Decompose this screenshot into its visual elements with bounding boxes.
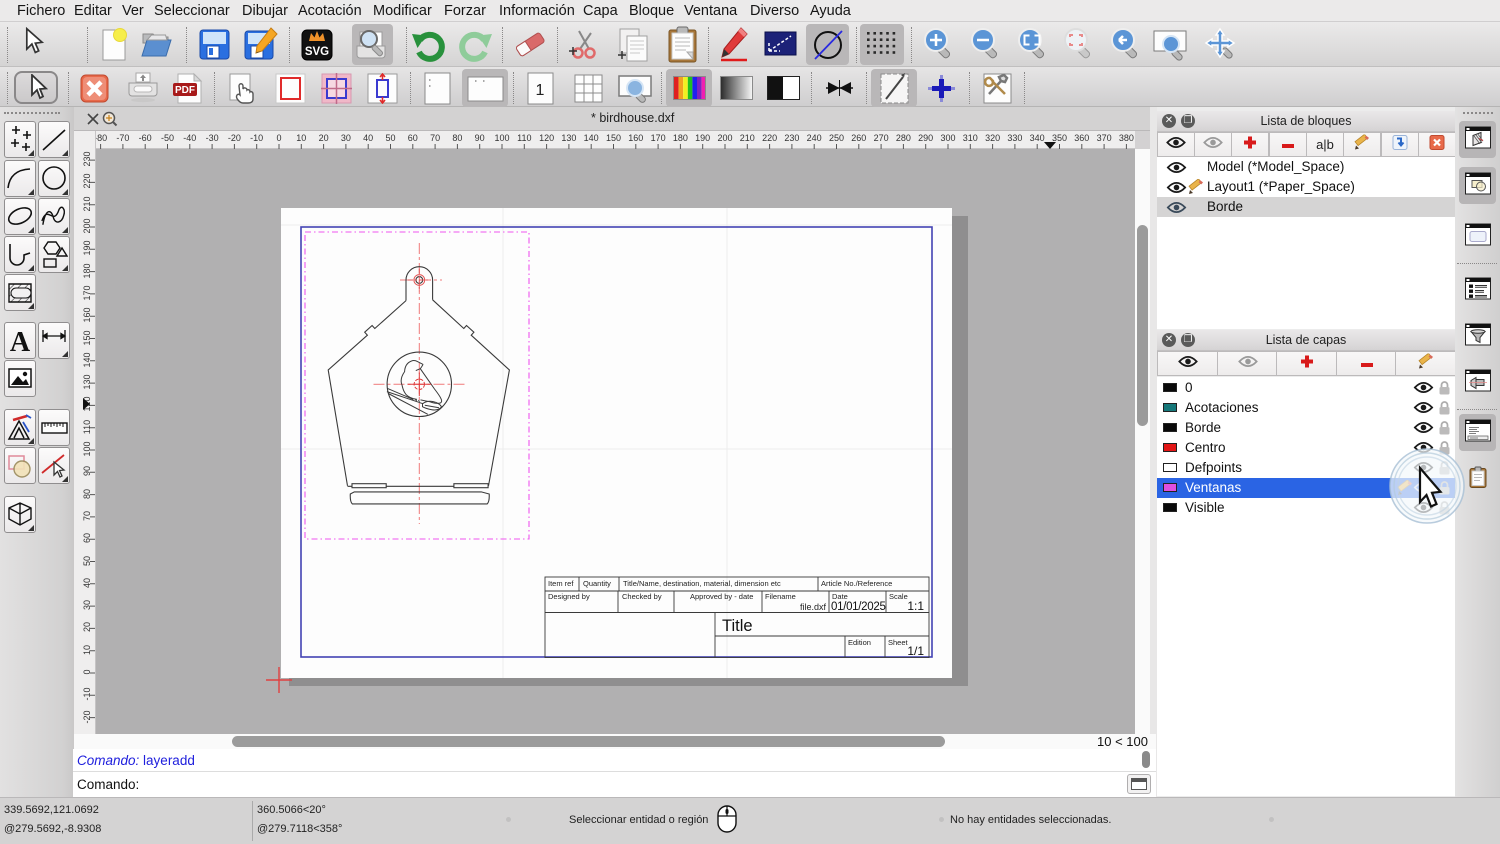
svg-text:Title: Title bbox=[722, 617, 753, 635]
svg-text:Article No./Reference: Article No./Reference bbox=[821, 579, 892, 588]
svg-text:01/01/2025: 01/01/2025 bbox=[831, 601, 886, 613]
svg-text:Scale: Scale bbox=[889, 592, 908, 601]
svg-text:Item ref: Item ref bbox=[548, 579, 574, 588]
svg-text:Sheet: Sheet bbox=[888, 638, 909, 647]
svg-text:Approved by - date: Approved by - date bbox=[690, 592, 753, 601]
svg-text:Quantity: Quantity bbox=[583, 579, 611, 588]
svg-text:Checked by: Checked by bbox=[622, 592, 662, 601]
svg-text:PDF: PDF bbox=[175, 85, 195, 96]
svg-text:1:1: 1:1 bbox=[907, 599, 924, 613]
svg-text:file.dxf: file.dxf bbox=[800, 602, 827, 612]
svg-text:1/1: 1/1 bbox=[907, 644, 924, 658]
svg-text:Edition: Edition bbox=[848, 638, 871, 647]
svg-text:Title/Name, destination, mater: Title/Name, destination, material, dimen… bbox=[623, 579, 781, 588]
svg-text:Date: Date bbox=[832, 592, 848, 601]
svg-text:SVG: SVG bbox=[305, 46, 329, 58]
svg-text:Designed by: Designed by bbox=[548, 592, 590, 601]
svg-text:1: 1 bbox=[536, 82, 545, 99]
svg-text:Filename: Filename bbox=[765, 592, 796, 601]
svg-text:A: A bbox=[10, 327, 31, 356]
